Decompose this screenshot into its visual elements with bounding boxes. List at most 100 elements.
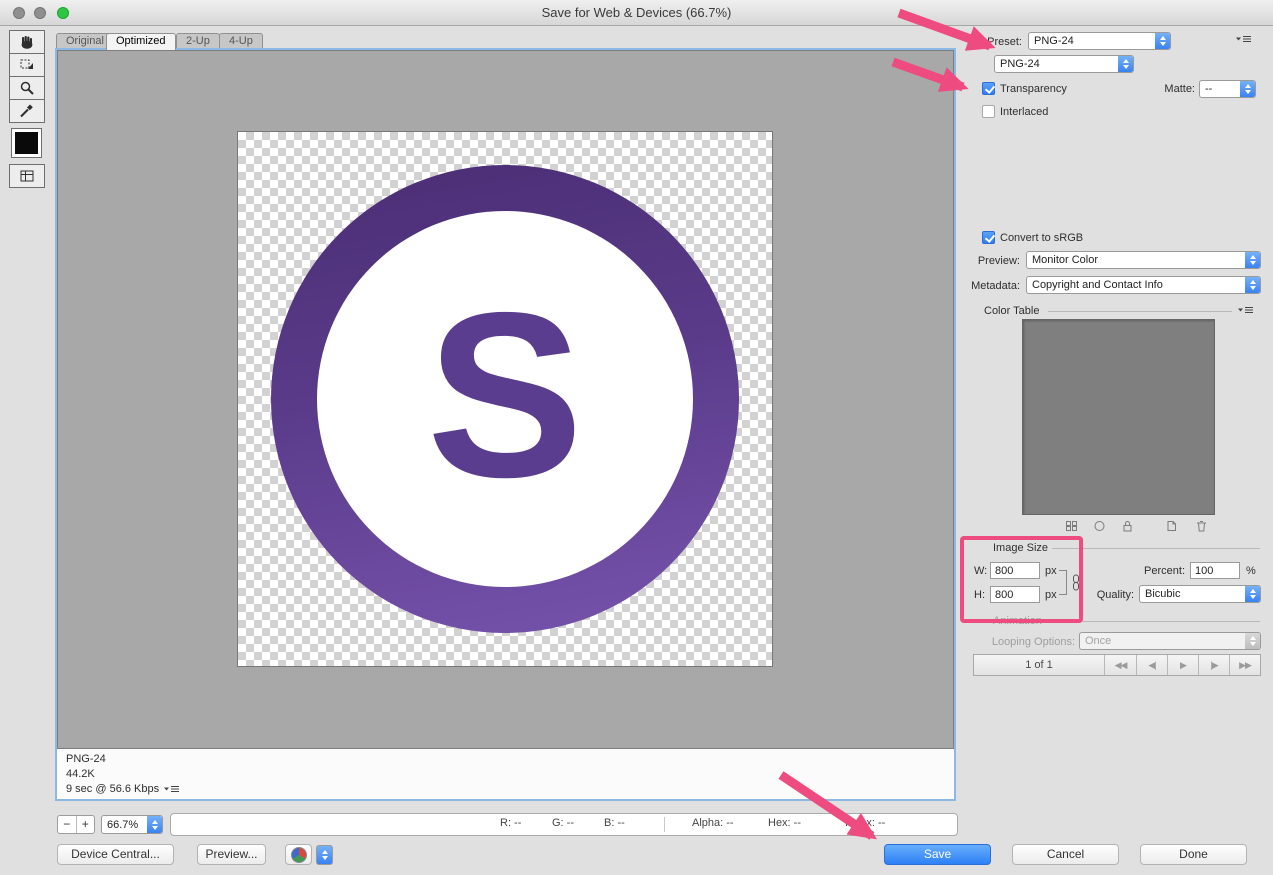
- eyedropper-icon: [18, 103, 36, 119]
- animation-header: Animation: [993, 615, 1042, 627]
- metadata-value: Copyright and Contact Info: [1027, 279, 1245, 291]
- height-input[interactable]: [990, 586, 1040, 603]
- slices-visibility-icon: [18, 168, 36, 184]
- metadata-label: Metadata:: [950, 280, 1020, 292]
- looping-options-select: Once: [1079, 632, 1261, 650]
- tab-2up-label: 2-Up: [186, 35, 210, 47]
- logo-circle: S: [271, 165, 739, 633]
- metadata-stepper-icon: [1245, 277, 1260, 293]
- looping-options-value: Once: [1080, 635, 1245, 647]
- magnifier-icon: [18, 80, 36, 96]
- width-label: W:: [974, 565, 987, 577]
- preset-flyout-menu-icon[interactable]: [1236, 35, 1251, 44]
- quality-label: Quality:: [1082, 589, 1134, 601]
- preset-value: PNG-24: [1029, 35, 1155, 47]
- readout-green: G: --: [552, 817, 574, 829]
- save-button[interactable]: Save: [884, 844, 991, 865]
- preset-select[interactable]: PNG-24: [1028, 32, 1171, 50]
- matte-label: Matte:: [1145, 83, 1195, 95]
- next-frame-button: |▶: [1198, 655, 1229, 675]
- tab-optimized[interactable]: Optimized: [106, 33, 176, 50]
- animation-playback-bar: 1 of 1 ◀◀ ◀| ▶ |▶ ▶▶: [973, 654, 1261, 676]
- height-label: H:: [974, 589, 985, 601]
- quality-select[interactable]: Bicubic: [1139, 585, 1261, 603]
- download-rate-menu-icon[interactable]: [164, 785, 179, 794]
- window-title: Save for Web & Devices (66.7%): [0, 5, 1273, 20]
- play-button: ▶: [1167, 655, 1198, 675]
- status-format: PNG-24: [66, 752, 945, 767]
- eyedropper-color-swatch[interactable]: [11, 128, 42, 158]
- hand-icon: [18, 34, 36, 50]
- format-select[interactable]: PNG-24: [994, 55, 1134, 73]
- optimized-preview-pane: S PNG-24 44.2K 9 sec @ 56.6 Kbps: [55, 48, 956, 801]
- matte-select[interactable]: --: [1199, 80, 1256, 98]
- metadata-select[interactable]: Copyright and Contact Info: [1026, 276, 1261, 294]
- tab-4up[interactable]: 4-Up: [219, 33, 263, 49]
- optimize-status: PNG-24 44.2K 9 sec @ 56.6 Kbps: [57, 749, 954, 799]
- zoom-level-value: 66.7%: [102, 819, 147, 831]
- preview-canvas[interactable]: S: [57, 50, 954, 749]
- preview-select[interactable]: Monitor Color: [1026, 251, 1261, 269]
- black-color-chip: [15, 132, 38, 154]
- interlaced-checkbox[interactable]: [982, 105, 995, 118]
- preset-label: Preset:: [962, 36, 1022, 48]
- logo-inner-circle: S: [317, 211, 693, 587]
- matte-stepper-icon: [1240, 81, 1255, 97]
- status-file-size: 44.2K: [66, 767, 945, 782]
- percent-input[interactable]: [1190, 562, 1240, 579]
- preview-label: Preview:: [960, 255, 1020, 267]
- color-table-divider: [1048, 311, 1232, 312]
- hand-tool-button[interactable]: [9, 30, 45, 54]
- readout-index: Index: --: [845, 817, 885, 829]
- frame-status: 1 of 1: [974, 655, 1104, 675]
- image-size-divider: [1052, 548, 1260, 549]
- preview-stepper-icon: [1245, 252, 1260, 268]
- toggle-slices-visibility-button[interactable]: [9, 164, 45, 188]
- tab-2up[interactable]: 2-Up: [176, 33, 220, 49]
- readout-alpha: Alpha: --: [692, 817, 734, 829]
- slice-select-icon: [18, 57, 36, 73]
- color-table-label: Color Table: [984, 305, 1039, 317]
- preview-in-browser-button[interactable]: Preview...: [197, 844, 266, 865]
- constrain-proportions-chain-icon[interactable]: [1070, 574, 1082, 591]
- looping-stepper-icon: [1245, 633, 1260, 649]
- constrain-bracket: [1059, 570, 1067, 595]
- width-input[interactable]: [990, 562, 1040, 579]
- interlaced-label: Interlaced: [1000, 106, 1048, 118]
- browser-select-stepper[interactable]: [316, 845, 333, 865]
- cancel-button[interactable]: Cancel: [1012, 844, 1119, 865]
- readout-blue: B: --: [604, 817, 625, 829]
- convert-srgb-label: Convert to sRGB: [1000, 232, 1083, 244]
- eyedropper-tool-button[interactable]: [9, 99, 45, 123]
- transparency-map-icon: [1090, 519, 1108, 533]
- device-central-button[interactable]: Device Central...: [57, 844, 174, 865]
- quality-stepper-icon: [1245, 586, 1260, 602]
- preset-stepper-icon: [1155, 33, 1170, 49]
- tab-original-label: Original: [66, 35, 104, 47]
- format-stepper-icon: [1118, 56, 1133, 72]
- tab-4up-label: 4-Up: [229, 35, 253, 47]
- window-titlebar[interactable]: Save for Web & Devices (66.7%): [0, 0, 1273, 26]
- zoom-tool-button[interactable]: [9, 76, 45, 100]
- transparency-checkbox[interactable]: [982, 82, 995, 95]
- width-unit: px: [1045, 565, 1057, 577]
- slice-select-tool-button[interactable]: [9, 53, 45, 77]
- percent-label: Percent:: [1128, 565, 1185, 577]
- readout-red: R: --: [500, 817, 521, 829]
- readout-divider: [664, 817, 665, 832]
- browser-preview-profile-button[interactable]: [285, 844, 312, 865]
- last-frame-button: ▶▶: [1229, 655, 1260, 675]
- zoom-level-select[interactable]: 66.7%: [101, 815, 163, 834]
- zoom-out-button[interactable]: −: [58, 816, 76, 833]
- color-profile-icon: [291, 847, 307, 863]
- delete-color-icon: [1192, 519, 1210, 533]
- convert-srgb-checkbox[interactable]: [982, 231, 995, 244]
- lock-color-icon: [1118, 519, 1136, 533]
- color-table-flyout-menu-icon[interactable]: [1238, 306, 1253, 315]
- done-button[interactable]: Done: [1140, 844, 1247, 865]
- zoom-in-button[interactable]: +: [76, 816, 95, 833]
- transparency-checkerboard: S: [237, 131, 773, 667]
- preview-value: Monitor Color: [1027, 254, 1245, 266]
- previous-frame-button: ◀|: [1136, 655, 1167, 675]
- new-color-icon: [1162, 519, 1180, 533]
